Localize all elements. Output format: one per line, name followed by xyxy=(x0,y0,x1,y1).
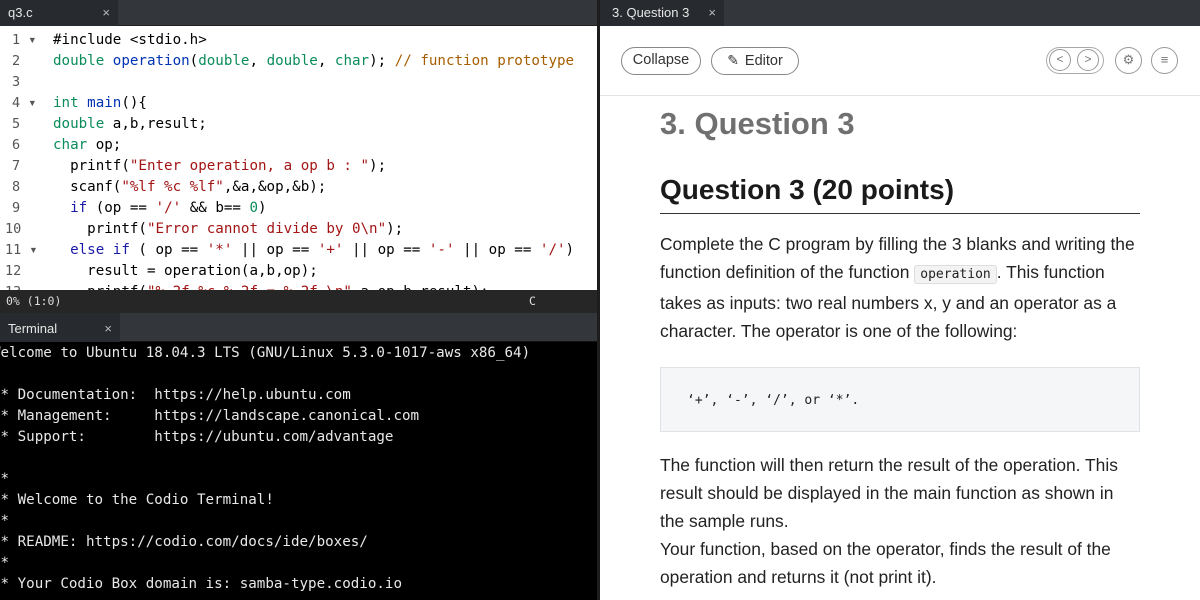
code-line: result = operation(a,b,op); xyxy=(53,263,318,279)
pencil-icon: ✎ xyxy=(727,52,739,68)
code-line: double operation(double, double, char); … xyxy=(53,53,575,69)
previous-icon[interactable]: < xyxy=(1049,49,1071,71)
editor-button[interactable]: ✎ Editor xyxy=(711,47,799,75)
code-line: printf("Error cannot divide by 0\n"); xyxy=(53,221,404,237)
line-number: 10 xyxy=(5,221,22,237)
heading-divider xyxy=(660,213,1140,214)
guide-tab[interactable]: 3. Question 3 × xyxy=(600,0,724,26)
guide-panel: 3. Question 3 × Collapse ✎ Editor < > ⚙ ≡… xyxy=(600,0,1200,600)
terminal-line: Welcome to Ubuntu 18.04.3 LTS (GNU/Linux… xyxy=(0,345,531,361)
terminal-line: * xyxy=(0,555,10,571)
operators-code-block: ‘+’, ‘-’, ‘/’, or ‘*’. xyxy=(660,367,1140,432)
line-gutter: 1 ▾ 2 3 4 ▾ 5 6 7 8 9 10 11 ▾ 12 13 xyxy=(0,26,44,290)
page-title: 3. Question 3 xyxy=(660,106,855,141)
close-icon[interactable]: × xyxy=(708,0,716,26)
terminal-output[interactable]: Welcome to Ubuntu 18.04.3 LTS (GNU/Linux… xyxy=(0,342,597,600)
line-number: 4 ▾ xyxy=(12,95,37,111)
terminal-line: * Documentation: https://help.ubuntu.com xyxy=(0,387,351,403)
terminal-line: * Your Codio Box domain is: samba-type.c… xyxy=(0,576,402,592)
code-line: printf("Enter operation, a op b : "); xyxy=(53,158,387,174)
fold-icon: ▾ xyxy=(29,242,38,258)
section-nav: < > xyxy=(1046,47,1104,74)
left-panel: q3.c × 1 ▾ 2 3 4 ▾ 5 6 7 8 9 10 11 ▾ 12 … xyxy=(0,0,597,600)
instruction-paragraph: Complete the C program by filling the 3 … xyxy=(660,234,1135,341)
terminal-line: * README: https://codio.com/docs/ide/box… xyxy=(0,534,368,550)
terminal-line: * Support: https://ubuntu.com/advantage xyxy=(0,429,394,445)
guide-tabbar: 3. Question 3 × xyxy=(600,0,1200,26)
note-paragraph: Your function, based on the operator, fi… xyxy=(660,539,1111,587)
terminal-tab[interactable]: Terminal × xyxy=(0,313,120,342)
close-icon[interactable]: × xyxy=(102,0,110,26)
question-heading: Question 3 (20 points) xyxy=(660,174,955,205)
language-indicator[interactable]: C xyxy=(529,290,536,313)
collapse-button[interactable]: Collapse xyxy=(621,47,701,75)
inline-code-operation: operation xyxy=(914,265,997,284)
guide-toolbar: Collapse ✎ Editor < > ⚙ ≡ xyxy=(600,26,1200,96)
menu-icon[interactable]: ≡ xyxy=(1151,47,1178,74)
fold-icon: ▾ xyxy=(28,32,37,48)
code-line: else if ( op == '*' || op == '+' || op =… xyxy=(70,242,575,258)
line-number: 13 xyxy=(5,282,21,290)
code-line: printf("%.2f %c %.2f = %.2f \n",a,op,b,r… xyxy=(53,282,488,290)
line-number: 12 xyxy=(5,263,22,279)
terminal-line: * xyxy=(0,513,10,529)
code-line: char op; xyxy=(53,137,122,153)
code-line: #include <stdio.h> xyxy=(53,32,207,48)
terminal-line: * Welcome to the Codio Terminal! xyxy=(0,492,274,508)
code-line: scanf("%lf %c %lf",&a,&op,&b); xyxy=(53,179,327,195)
line-number: 6 xyxy=(12,137,21,153)
code-line: if (op == '/' && b== 0) xyxy=(70,200,267,216)
line-number: 11 ▾ xyxy=(5,242,38,258)
guide-tab-label: 3. Question 3 xyxy=(612,5,690,20)
line-number: 1 ▾ xyxy=(12,32,37,48)
line-number: 5 xyxy=(12,116,21,132)
line-number: 7 xyxy=(12,158,21,174)
line-number: 3 xyxy=(12,74,21,90)
cursor-position: 0% (1:0) xyxy=(6,294,62,308)
terminal-tab-label: Terminal xyxy=(8,321,58,336)
code-line: double a,b,result; xyxy=(53,116,207,132)
next-icon[interactable]: > xyxy=(1077,49,1099,71)
editor-tabbar: q3.c × xyxy=(0,0,597,26)
line-number: 8 xyxy=(12,179,21,195)
line-number: 9 xyxy=(12,200,21,216)
editor-tab-label: q3.c xyxy=(8,5,33,20)
editor-tab-q3c[interactable]: q3.c × xyxy=(0,0,118,26)
terminal-line: * xyxy=(0,471,10,487)
line-number: 2 xyxy=(12,53,21,69)
code-line: int main(){ xyxy=(53,95,147,111)
fold-icon: ▾ xyxy=(28,95,37,111)
editor-button-label: Editor xyxy=(744,53,783,69)
terminal-tabbar: Terminal × xyxy=(0,313,597,342)
settings-gear-icon[interactable]: ⚙ xyxy=(1115,47,1142,74)
editor-statusbar: 0% (1:0) C xyxy=(0,290,597,313)
code-editor[interactable]: 1 ▾ 2 3 4 ▾ 5 6 7 8 9 10 11 ▾ 12 13 #inc… xyxy=(0,26,597,290)
terminal-line: * Management: https://landscape.canonica… xyxy=(0,408,420,424)
code-area[interactable]: #include <stdio.h> double operation(doub… xyxy=(53,26,597,290)
close-icon[interactable]: × xyxy=(104,313,112,344)
return-paragraph: The function will then return the result… xyxy=(660,455,1118,531)
